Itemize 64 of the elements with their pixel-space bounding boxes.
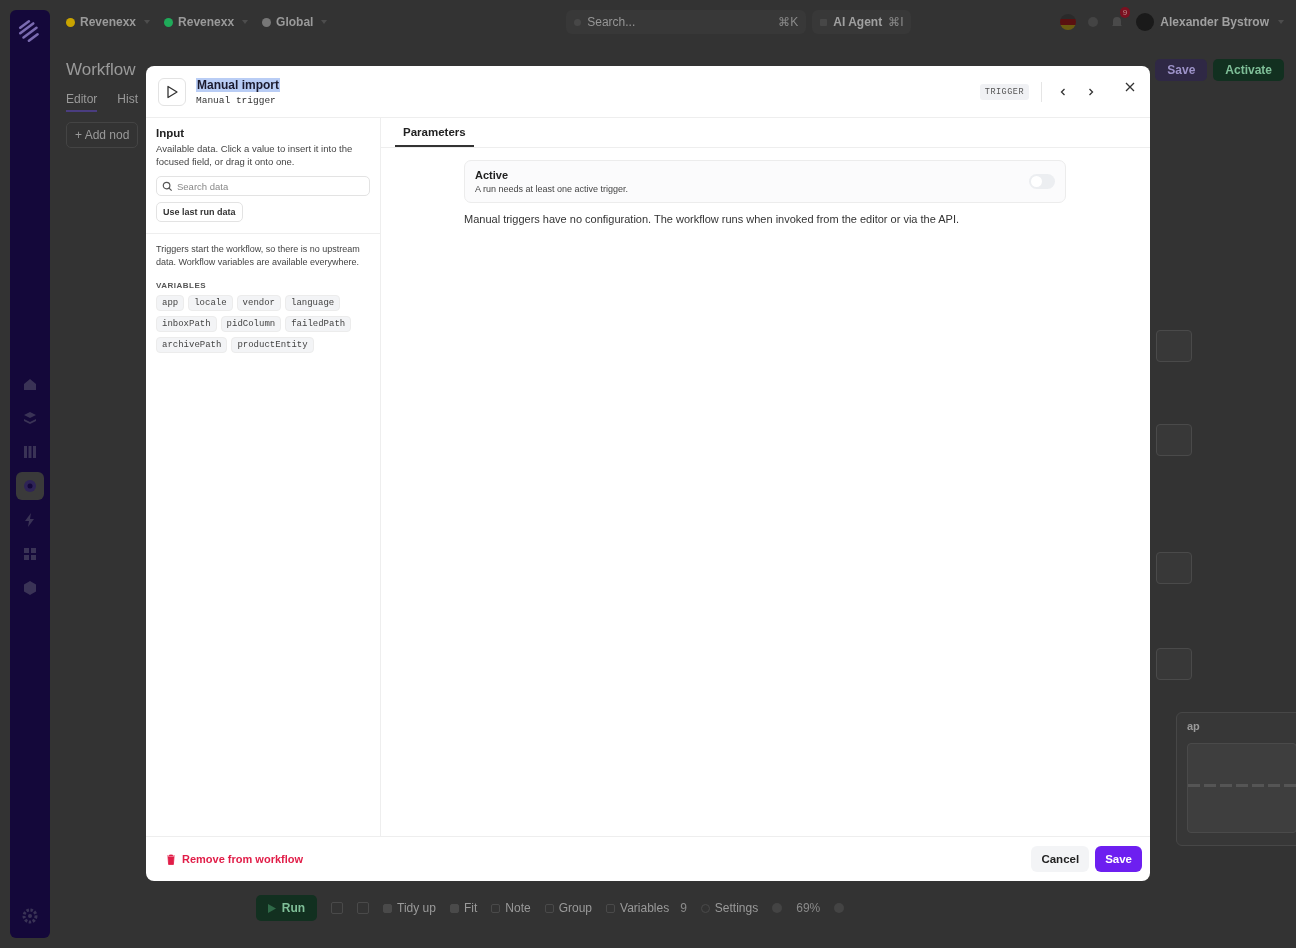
workspace-selector[interactable]: Revenexx bbox=[164, 15, 249, 29]
bell-icon[interactable] bbox=[1110, 15, 1125, 29]
setting-label: Active bbox=[475, 169, 510, 181]
grid-icon bbox=[22, 546, 38, 562]
add-node-button[interactable]: + Add nod bbox=[66, 122, 139, 148]
notification-badge: 9 bbox=[1119, 7, 1131, 18]
run-button[interactable]: Run bbox=[255, 895, 318, 921]
cube-icon bbox=[22, 580, 38, 596]
variable-chip[interactable]: failedPath bbox=[285, 316, 352, 332]
previous-icon[interactable] bbox=[1058, 86, 1068, 97]
variable-chip[interactable]: vendor bbox=[236, 295, 281, 311]
activate-button[interactable]: Activate bbox=[1213, 59, 1284, 81]
dialog-title: Manual import bbox=[196, 77, 280, 92]
close-icon[interactable] bbox=[1124, 80, 1136, 93]
page-tab[interactable]: Hist bbox=[117, 88, 139, 112]
variable-chip[interactable]: archivePath bbox=[156, 337, 228, 353]
workspace-selector[interactable]: Revenexx bbox=[66, 15, 151, 29]
toolbar-button[interactable]: Tidy up bbox=[383, 901, 436, 915]
sidebar-item[interactable] bbox=[16, 472, 44, 500]
ai-agent-button[interactable]: AI Agent ⌘I bbox=[812, 10, 912, 34]
minimap-title: ap bbox=[1187, 720, 1200, 732]
info-text: Triggers start the workflow, so there is no upstream data. Workflow variables are available everywhere. bbox=[156, 243, 361, 269]
tab[interactable]: Parameters bbox=[395, 118, 474, 147]
dialog-subtitle: Manual trigger bbox=[196, 94, 277, 106]
home-icon bbox=[22, 376, 38, 392]
toolbar-button[interactable]: Group bbox=[544, 901, 593, 915]
next-icon[interactable] bbox=[1086, 86, 1096, 97]
cancel-button[interactable]: Cancel bbox=[1031, 846, 1090, 872]
toolbar-button[interactable]: Fit bbox=[449, 901, 478, 915]
play-icon bbox=[158, 77, 186, 106]
toolbar-button[interactable]: Variables 9 bbox=[606, 901, 687, 915]
workspace-selector[interactable]: Global bbox=[262, 15, 328, 29]
variable-chip[interactable]: pidColumn bbox=[220, 316, 282, 332]
page-tab[interactable]: Editor bbox=[66, 88, 98, 112]
panel-description: Available data. Click a value to insert it into the focused field, or drag it onto one. bbox=[156, 142, 354, 168]
panel-heading: Input bbox=[156, 127, 185, 139]
toolbar-button[interactable]: Settings bbox=[700, 901, 759, 915]
zoom-level: 69% bbox=[796, 901, 821, 915]
toolbar-button[interactable]: Note bbox=[491, 901, 531, 915]
play-icon bbox=[267, 903, 276, 913]
section-label: VARIABLES bbox=[156, 281, 208, 290]
save-button[interactable]: Save bbox=[1155, 59, 1208, 81]
avatar-icon bbox=[1136, 13, 1155, 31]
flag-icon[interactable] bbox=[1060, 14, 1077, 30]
remove-button[interactable]: Remove from workflow bbox=[166, 853, 304, 865]
page-title: Workflow bbox=[66, 60, 136, 80]
columns-icon bbox=[22, 444, 38, 460]
variable-chip[interactable]: productEntity bbox=[231, 337, 314, 353]
trash-icon bbox=[166, 853, 176, 865]
use-last-run-button[interactable]: Use last run data bbox=[156, 202, 243, 222]
search-field[interactable]: Search... ⌘K bbox=[566, 10, 807, 34]
search-field[interactable]: Search data bbox=[156, 176, 370, 196]
variable-chip[interactable]: app bbox=[156, 295, 185, 311]
layers-icon bbox=[22, 410, 38, 426]
user-menu[interactable]: Alexander Bystrow bbox=[1136, 13, 1284, 31]
variable-chip[interactable]: language bbox=[285, 295, 341, 311]
info-text: Manual triggers have no configuration. The workflow runs when invoked from the editor or via the API. bbox=[464, 213, 961, 225]
variable-chip[interactable]: locale bbox=[188, 295, 233, 311]
save-button[interactable]: Save bbox=[1095, 846, 1142, 872]
setting-description: A run needs at least one active trigger. bbox=[475, 184, 629, 194]
variable-chip[interactable]: inboxPath bbox=[156, 316, 217, 332]
trigger-badge: TRIGGER bbox=[979, 83, 1029, 100]
target-icon bbox=[22, 478, 38, 494]
shortcut-hint: ⌘K bbox=[778, 15, 799, 29]
